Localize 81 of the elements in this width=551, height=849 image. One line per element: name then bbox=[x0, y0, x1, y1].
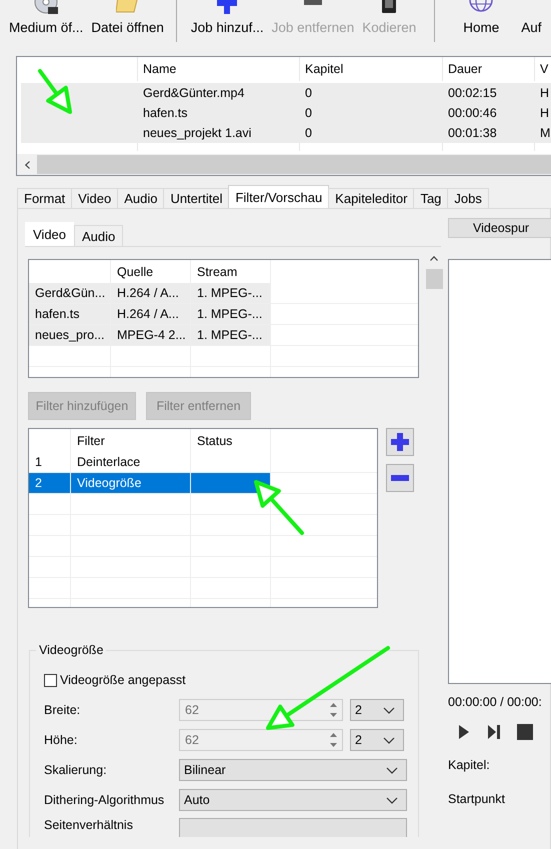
dropdown[interactable]: Auto bbox=[179, 789, 407, 811]
annotation-arrow bbox=[38, 69, 72, 114]
table-cell: 1. MPEG-... bbox=[191, 304, 271, 324]
table-cell-text: Gerd&Günter.mp4 bbox=[142, 85, 246, 102]
tab[interactable]: Jobs bbox=[447, 188, 489, 208]
toolbar-button[interactable]: Medium öf... bbox=[5, 0, 88, 40]
minus-icon bbox=[304, 0, 322, 5]
tab[interactable]: Audio bbox=[74, 225, 124, 246]
dropdown[interactable]: Bilinear bbox=[179, 759, 407, 781]
field-label: Kapitel: bbox=[448, 758, 491, 774]
table-cell: Gerd&Gün... bbox=[29, 283, 111, 303]
group-title: Videogröße bbox=[36, 643, 106, 657]
caret-icon bbox=[386, 766, 398, 774]
track-button[interactable]: Videospur bbox=[448, 218, 551, 238]
remove-filter-button[interactable] bbox=[386, 464, 414, 492]
caret-icon bbox=[383, 736, 395, 744]
time-display: 00:00:00 / 00:00: bbox=[448, 695, 543, 709]
table-cell: Deinterlace bbox=[71, 452, 191, 472]
tab[interactable]: Video bbox=[25, 222, 74, 246]
filter-row[interactable]: 2 Videogröße bbox=[29, 473, 377, 494]
column-header[interactable]: Status bbox=[191, 429, 271, 452]
add-filter-button[interactable] bbox=[386, 428, 414, 456]
tab[interactable]: Kapiteleditor bbox=[328, 188, 414, 208]
spinner-arrows-icon bbox=[329, 701, 338, 719]
row-number: 1 bbox=[29, 452, 71, 472]
minus-icon bbox=[391, 475, 409, 481]
folder-icon bbox=[116, 0, 140, 14]
table-cell: Videogröße bbox=[71, 473, 191, 493]
plus-icon bbox=[390, 432, 410, 452]
table-cell-text: H bbox=[539, 105, 550, 122]
toolbar-button[interactable]: Job hinzuf... bbox=[186, 0, 268, 40]
row-number: 2 bbox=[29, 473, 71, 493]
field-label: Skalierung: bbox=[44, 763, 108, 777]
column-header[interactable]: Filter bbox=[71, 429, 191, 452]
table-cell: H.264 / A... bbox=[111, 283, 191, 303]
tab[interactable]: Format bbox=[17, 188, 72, 208]
table-cell-text: 00:01:38 bbox=[447, 125, 498, 142]
column-header[interactable]: Name bbox=[138, 57, 300, 81]
play-icon bbox=[457, 724, 471, 740]
toolbar-button[interactable]: Auf bbox=[517, 0, 546, 40]
column-header[interactable]: V bbox=[535, 57, 551, 81]
checkbox[interactable] bbox=[44, 674, 57, 686]
globe-icon bbox=[469, 0, 494, 14]
table-cell: 1. MPEG-... bbox=[191, 325, 271, 345]
field-label: Dithering-Algorithmus bbox=[44, 793, 166, 807]
column-header[interactable]: Kapitel bbox=[300, 57, 443, 81]
table-cell: neues_pro... bbox=[29, 325, 111, 345]
table-cell: hafen.ts bbox=[29, 304, 111, 324]
table-cell-text: M bbox=[539, 125, 551, 142]
scrollbar-thumb[interactable] bbox=[426, 269, 442, 289]
chevron-left-icon bbox=[24, 160, 30, 168]
field-label: Seitenverhältnis bbox=[44, 818, 134, 832]
checkbox-label: Videogröße angepasst bbox=[60, 673, 186, 687]
table-cell: 1. MPEG-... bbox=[191, 283, 271, 303]
skip-next-icon bbox=[487, 724, 501, 740]
annotation-arrow bbox=[254, 480, 304, 535]
toolbar-button[interactable]: Home bbox=[445, 0, 518, 40]
field-label: Startpunkt bbox=[448, 792, 506, 808]
table-cell-text: 0 bbox=[304, 85, 313, 102]
media-button[interactable] bbox=[514, 722, 536, 742]
stop-icon bbox=[517, 724, 533, 740]
chevron-up-icon bbox=[430, 256, 438, 260]
table-cell: H.264 / A... bbox=[111, 304, 191, 324]
table-cell-text: 0 bbox=[304, 105, 313, 122]
field-label: Breite: bbox=[44, 703, 82, 717]
plus-icon bbox=[215, 0, 240, 14]
caret-icon bbox=[386, 796, 398, 804]
field-label: Höhe: bbox=[44, 733, 78, 747]
table-cell-text: 00:00:46 bbox=[447, 105, 498, 122]
table-cell-text: hafen.ts bbox=[142, 105, 188, 122]
caret-icon bbox=[383, 706, 395, 714]
tab[interactable]: Tag bbox=[413, 188, 448, 208]
table-cell-text: 00:02:15 bbox=[447, 85, 498, 102]
table-cell-text: 0 bbox=[304, 125, 313, 142]
spinner-arrows-icon bbox=[329, 731, 338, 749]
table-cell-text: neues_projekt 1.avi bbox=[142, 125, 252, 142]
column-header[interactable]: Dauer bbox=[443, 57, 535, 81]
table-cell-text: H bbox=[539, 85, 550, 102]
tab[interactable]: Filter/Vorschau bbox=[228, 185, 330, 208]
toolbar-button[interactable]: Datei öffnen bbox=[87, 0, 168, 40]
table-cell: MPEG-4 2... bbox=[111, 325, 191, 345]
